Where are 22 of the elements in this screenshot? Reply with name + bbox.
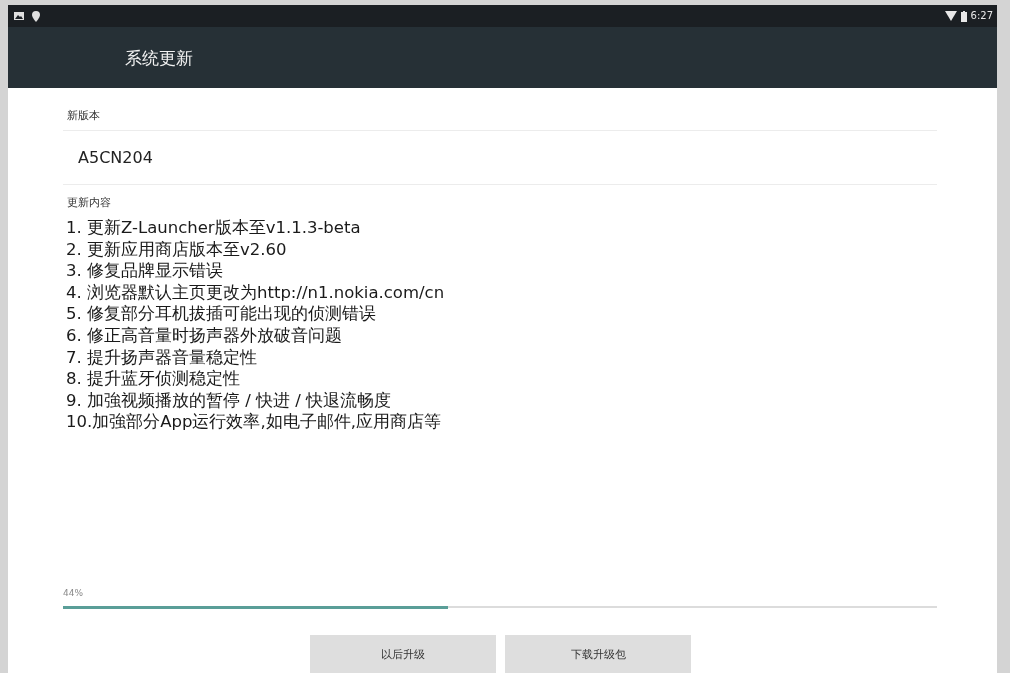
changelog-item: 5. 修复部分耳机拔插可能出现的侦测错误: [66, 303, 376, 325]
changelog-item: 1. 更新Z-Launcher版本至v1.1.3-beta: [66, 217, 361, 239]
version-value: A5CN204: [78, 147, 153, 168]
changelog-item: 10.加強部分App运行效率,如电子邮件,应用商店等: [66, 411, 441, 433]
wifi-icon: [944, 11, 957, 21]
changelog-item: 4. 浏览器默认主页更改为http://n1.nokia.com/cn: [66, 281, 445, 304]
changelog-item: 9. 加強视频播放的暂停 / 快进 / 快退流畅度: [66, 389, 392, 412]
pin-icon: [32, 10, 40, 22]
dialog-button[interactable]: 下载升级包: [505, 635, 691, 673]
status-time: 6:27: [970, 10, 993, 22]
changelog-item: 8. 提升蓝牙侦测稳定性: [66, 368, 240, 390]
changelog-item: 3. 修复品牌显示错误: [66, 260, 223, 282]
changelog-item: 7. 提升扬声器音量稳定性: [66, 346, 257, 369]
changelog-item: 2. 更新应用商店版本至v2.60: [66, 238, 287, 261]
progress-percent: 44%: [63, 587, 83, 599]
battery-icon: [960, 10, 967, 22]
image-icon: [14, 12, 24, 20]
section-label: 新版本: [66, 108, 100, 124]
changelog-item: 6. 修正高音量时扬声器外放破音问题: [66, 324, 342, 347]
app-title: 系统更新: [125, 47, 193, 68]
section-label: 更新内容: [66, 195, 111, 211]
dialog-button[interactable]: 以后升级: [310, 635, 496, 673]
